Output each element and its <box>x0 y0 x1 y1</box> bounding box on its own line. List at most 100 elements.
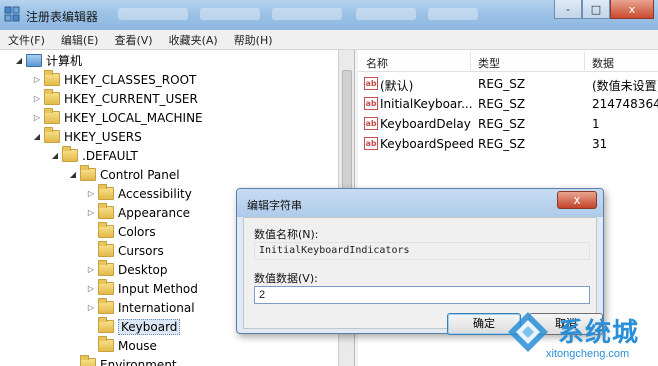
string-value-icon: ab <box>364 117 378 130</box>
tree-node-label: HKEY_USERS <box>64 129 142 144</box>
folder-icon <box>44 108 60 124</box>
tree-node[interactable]: ▷ HKEY_LOCAL_MACHINE <box>32 108 203 127</box>
tree-node[interactable]: ▷ HKEY_CURRENT_USER <box>32 89 198 108</box>
menu-view[interactable]: 查看(V) <box>106 32 160 48</box>
tree-node[interactable]: ▷ International <box>86 298 195 317</box>
collapsed-arrow-icon[interactable]: ▷ <box>86 284 96 293</box>
dialog-title: 编辑字符串 <box>247 199 302 212</box>
value-data-input[interactable]: 2 <box>254 286 590 304</box>
collapsed-arrow-icon[interactable]: ▷ <box>86 189 96 198</box>
collapsed-arrow-icon[interactable]: ▷ <box>86 303 96 312</box>
watermark-site: xitongcheng.com <box>546 348 630 360</box>
list-cell-name: (默认) <box>380 79 414 93</box>
tree-node-label: Colors <box>118 224 156 239</box>
folder-icon <box>80 355 96 366</box>
menu-bar: 文件(F) 编辑(E) 查看(V) 收藏夹(A) 帮助(H) <box>0 30 658 50</box>
tree-node[interactable]: ▷ Appearance <box>86 203 190 222</box>
tree-node-label: International <box>118 300 195 315</box>
tree-node[interactable]: ◢ HKEY_USERS <box>32 127 142 146</box>
folder-icon <box>98 279 114 295</box>
title-bar-blur <box>118 8 188 20</box>
dialog-close-button[interactable]: x <box>557 191 597 209</box>
title-bar-blur <box>428 8 478 20</box>
tree-scrollbar-thumb[interactable] <box>342 70 352 190</box>
tree-node-label: .DEFAULT <box>82 148 138 163</box>
expanded-arrow-icon[interactable]: ◢ <box>32 132 42 141</box>
collapsed-arrow-icon[interactable]: ▷ <box>86 208 96 217</box>
tree-node[interactable]: ▷ Accessibility <box>86 184 192 203</box>
title-bar-blur <box>272 8 342 20</box>
string-value-icon: ab <box>364 137 378 150</box>
tree-node[interactable]: ▷ Desktop <box>86 260 168 279</box>
values-list-header: 名称 类型 数据 <box>358 50 658 72</box>
menu-edit[interactable]: 编辑(E) <box>53 32 107 48</box>
tree-node-label: Accessibility <box>118 186 192 201</box>
list-cell-data: 31 <box>592 137 608 151</box>
list-cell-name: KeyboardSpeed <box>380 137 475 151</box>
list-cell-name: InitialKeyboar... <box>380 97 473 111</box>
folder-icon <box>62 146 78 162</box>
tree-node-label: HKEY_CLASSES_ROOT <box>64 72 197 87</box>
tree-node[interactable]: ◢ Control Panel <box>68 165 180 184</box>
title-bar[interactable]: 注册表编辑器 - □ x <box>0 0 658 30</box>
menu-file[interactable]: 文件(F) <box>0 32 53 48</box>
folder-icon <box>98 222 114 238</box>
folder-icon <box>98 260 114 276</box>
tree-node-label: Input Method <box>118 281 198 296</box>
tree-node[interactable]: Mouse <box>86 336 157 355</box>
tree-node[interactable]: Cursors <box>86 241 164 260</box>
expanded-arrow-icon[interactable]: ◢ <box>14 56 24 65</box>
watermark: 系统城 xitongcheng.com <box>506 306 658 366</box>
tree-node-label: Keyboard <box>118 318 181 335</box>
tree-node-label: HKEY_LOCAL_MACHINE <box>64 110 203 125</box>
list-row[interactable]: ab (默认) REG_SZ (数值未设置) <box>358 74 658 94</box>
window-title: 注册表编辑器 <box>26 10 99 24</box>
string-value-icon: ab <box>364 97 378 110</box>
title-bar-blur <box>200 8 260 20</box>
tree-node[interactable]: Colors <box>86 222 156 241</box>
computer-icon <box>26 54 42 67</box>
minimize-button[interactable]: - <box>554 0 582 19</box>
folder-icon <box>98 203 114 219</box>
column-header-type[interactable]: 类型 <box>478 55 500 71</box>
menu-favorites[interactable]: 收藏夹(A) <box>161 32 226 48</box>
folder-icon <box>44 127 60 143</box>
collapsed-arrow-icon[interactable]: ▷ <box>32 94 42 103</box>
list-row[interactable]: ab KeyboardDelay REG_SZ 1 <box>358 114 658 134</box>
list-cell-type: REG_SZ <box>478 117 526 131</box>
list-cell-type: REG_SZ <box>478 77 526 91</box>
column-separator[interactable] <box>584 52 585 70</box>
list-row[interactable]: abInitialKeyboar... REG_SZ 2147483648 <box>358 94 658 114</box>
tree-node-label: 计算机 <box>46 54 83 68</box>
tree-node[interactable]: ◢ .DEFAULT <box>50 146 138 165</box>
tree-node-label: Desktop <box>118 262 168 277</box>
close-button[interactable]: x <box>610 0 654 19</box>
tree-node[interactable]: ▷ Input Method <box>86 279 198 298</box>
collapsed-arrow-icon[interactable]: ▷ <box>86 265 96 274</box>
collapsed-arrow-icon[interactable]: ▷ <box>32 75 42 84</box>
tree-node[interactable]: ▷ HKEY_CLASSES_ROOT <box>32 70 196 89</box>
menu-help[interactable]: 帮助(H) <box>226 32 281 48</box>
maximize-button[interactable]: □ <box>582 0 610 19</box>
tree-node-label: HKEY_CURRENT_USER <box>64 91 198 106</box>
folder-icon <box>98 184 114 200</box>
tree-node[interactable]: Environment <box>68 355 177 366</box>
caption-buttons: - □ x <box>554 0 654 20</box>
list-row[interactable]: ab KeyboardSpeed REG_SZ 31 <box>358 134 658 154</box>
folder-icon <box>98 241 114 257</box>
column-header-data[interactable]: 数据 <box>592 55 614 71</box>
tree-node-label: Cursors <box>118 243 164 258</box>
list-cell-type: REG_SZ <box>478 97 526 111</box>
column-header-name[interactable]: 名称 <box>366 55 388 71</box>
tree-node[interactable]: Keyboard <box>86 317 181 336</box>
list-cell-data: (数值未设置) <box>592 79 658 93</box>
tree-node[interactable]: ◢ 计算机 <box>14 51 82 70</box>
column-separator[interactable] <box>470 52 471 70</box>
watermark-brand: 系统城 <box>558 318 640 348</box>
expanded-arrow-icon[interactable]: ◢ <box>68 170 78 179</box>
tree-node-label: Control Panel <box>100 167 180 182</box>
expanded-arrow-icon[interactable]: ◢ <box>50 151 60 160</box>
collapsed-arrow-icon[interactable]: ▷ <box>32 113 42 122</box>
dialog-title-bar[interactable]: 编辑字符串 x <box>237 189 603 217</box>
folder-icon <box>80 165 96 181</box>
